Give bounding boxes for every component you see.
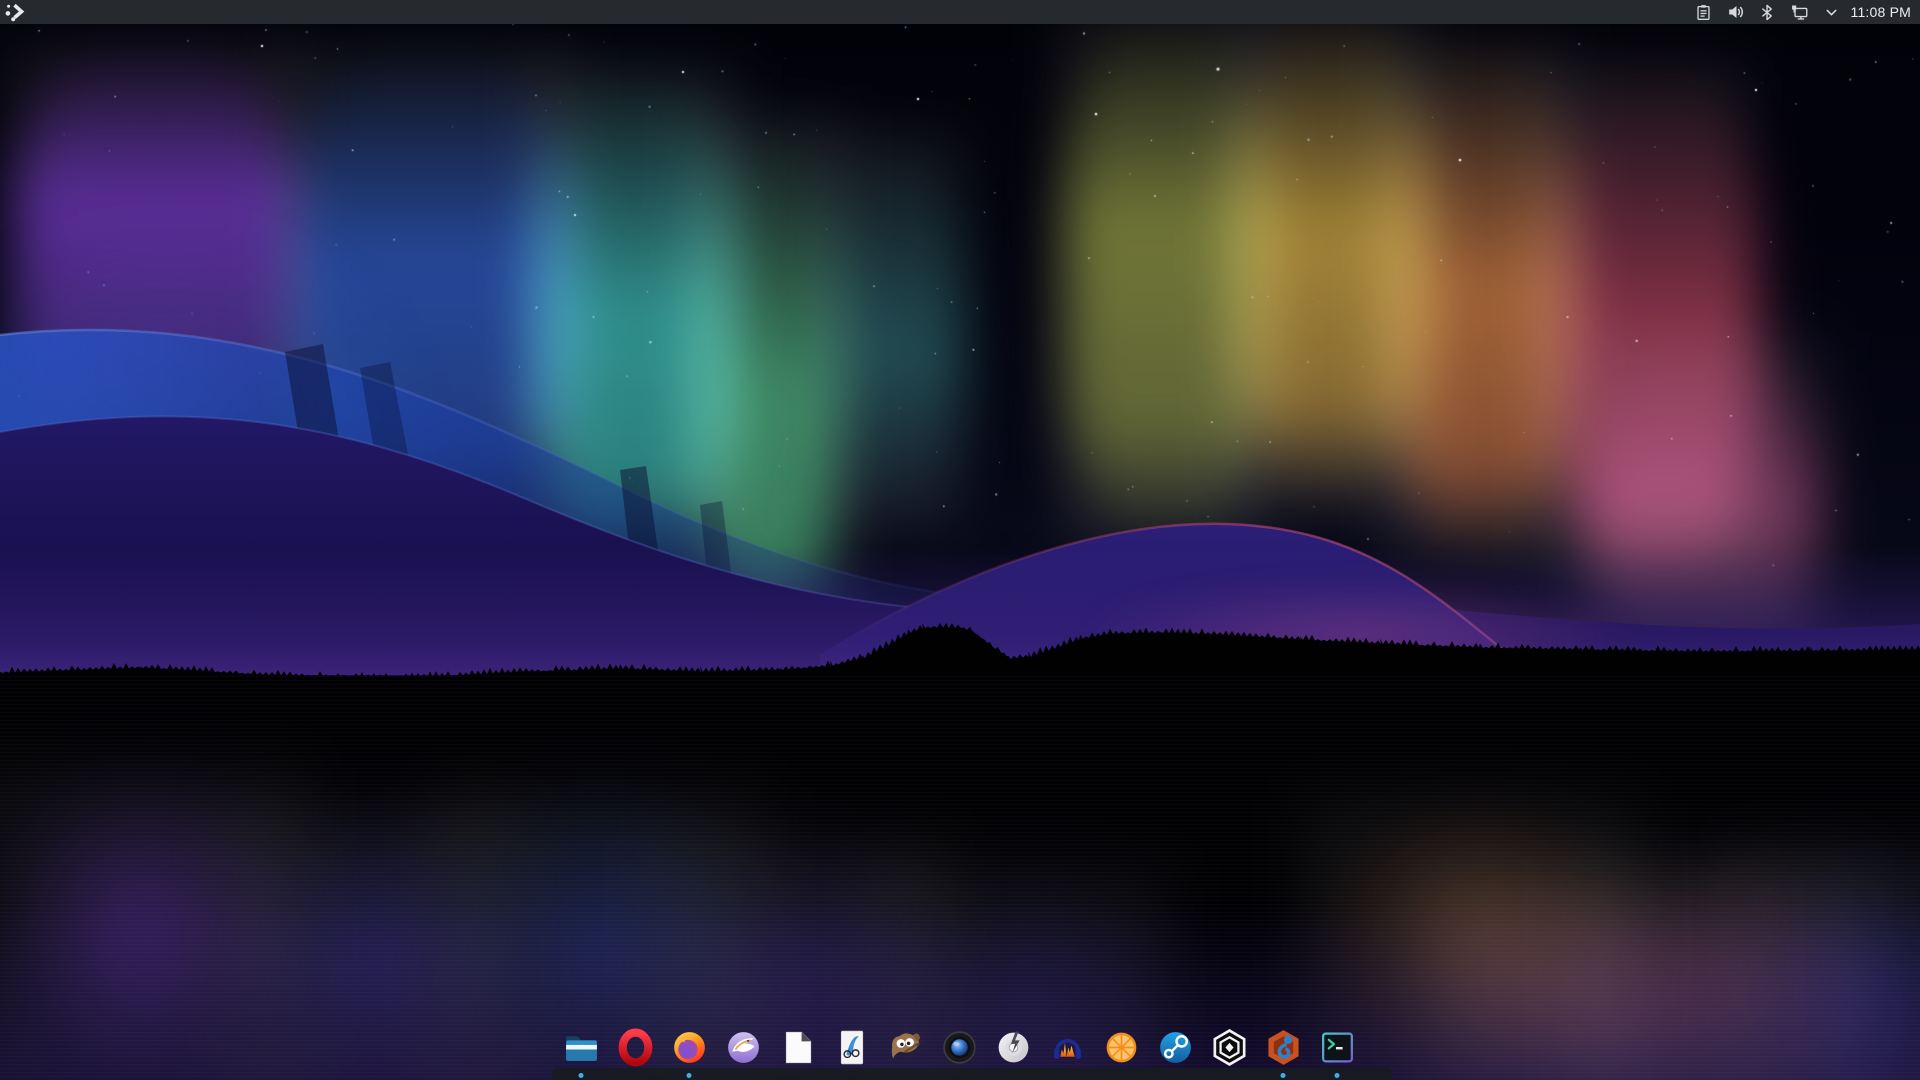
- dock-item-photo-lens[interactable]: [938, 1026, 980, 1069]
- gimp-icon: [885, 1027, 926, 1068]
- clipboard-icon[interactable]: [1695, 3, 1713, 21]
- okular-document-viewer-icon: [831, 1027, 872, 1068]
- volume-icon[interactable]: [1727, 3, 1745, 21]
- dock-item-okular[interactable]: [830, 1026, 872, 1069]
- dock-item-gimp[interactable]: [884, 1026, 926, 1069]
- chevron-down-icon[interactable]: [1823, 3, 1841, 21]
- clementine-music-icon: [1101, 1027, 1142, 1068]
- libreoffice-icon: [777, 1027, 818, 1068]
- dock-item-file-manager[interactable]: [560, 1026, 602, 1069]
- top-panel: 11:08 PM: [0, 0, 1920, 24]
- falkon-browser-icon: [723, 1027, 764, 1068]
- dock-panel-strip: [552, 1068, 1392, 1080]
- wallpaper-aurora-lake: [0, 0, 1920, 1080]
- dolphin-file-manager-icon: [561, 1027, 602, 1068]
- dock-item-orange-hexagon-app[interactable]: [1262, 1026, 1304, 1069]
- dock-item-libreoffice[interactable]: [776, 1026, 818, 1069]
- camera-lens-photo-app-icon: [939, 1027, 980, 1068]
- system-tray: [1695, 3, 1841, 21]
- dock: [552, 1026, 1392, 1080]
- k3b-disc-burner-icon: [993, 1027, 1034, 1068]
- network-icon[interactable]: [1791, 3, 1809, 21]
- dock-item-steam[interactable]: [1154, 1026, 1196, 1069]
- clock[interactable]: 11:08 PM: [1851, 0, 1912, 24]
- running-indicator: [687, 1073, 692, 1078]
- dock-item-clementine[interactable]: [1100, 1026, 1142, 1069]
- orange-hexagon-app-icon: [1263, 1027, 1304, 1068]
- running-indicator: [1335, 1073, 1340, 1078]
- opera-browser-icon: [615, 1027, 656, 1068]
- firefox-browser-icon: [669, 1027, 710, 1068]
- launcher-dots-chevron-icon: [4, 2, 26, 22]
- running-indicator: [1281, 1073, 1286, 1078]
- dock-item-k3b[interactable]: [992, 1026, 1034, 1069]
- running-indicator: [579, 1073, 584, 1078]
- audacity-icon: [1047, 1027, 1088, 1068]
- konsole-terminal-icon: [1317, 1027, 1358, 1068]
- dock-item-konsole[interactable]: [1316, 1026, 1358, 1069]
- dock-item-falkon[interactable]: [722, 1026, 764, 1069]
- steam-icon: [1155, 1027, 1196, 1068]
- dock-item-hex-spiral-app[interactable]: [1208, 1026, 1250, 1069]
- dock-items: [560, 1026, 1358, 1069]
- desktop: 11:08 PM: [0, 0, 1920, 1080]
- hexagon-spiral-app-icon: [1209, 1027, 1250, 1068]
- app-launcher-button[interactable]: [0, 0, 30, 24]
- dock-item-firefox[interactable]: [668, 1026, 710, 1069]
- lake-water: [0, 676, 1920, 1080]
- bluetooth-icon[interactable]: [1759, 3, 1777, 21]
- dock-item-audacity[interactable]: [1046, 1026, 1088, 1069]
- dock-item-opera[interactable]: [614, 1026, 656, 1069]
